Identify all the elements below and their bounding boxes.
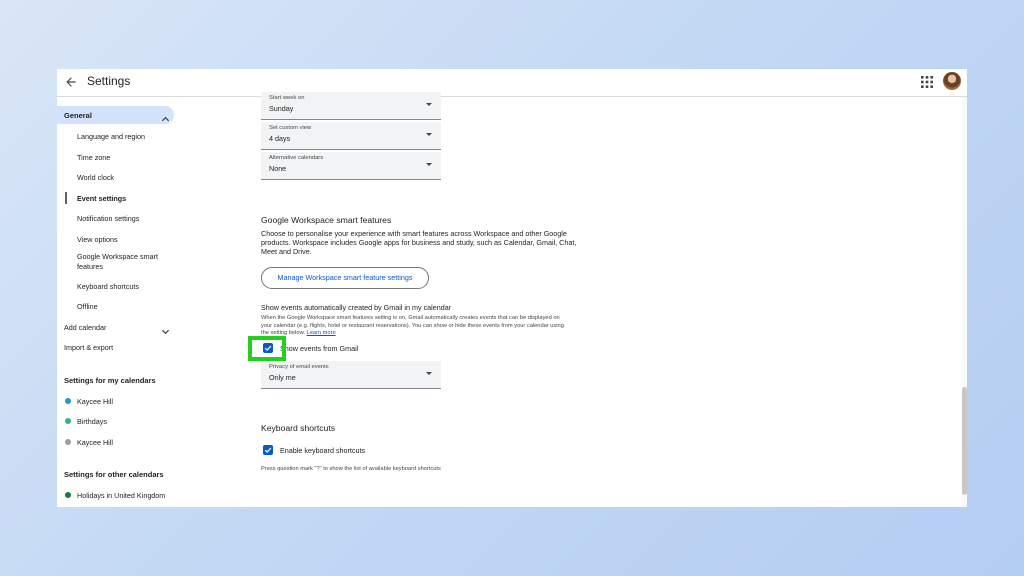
sidebar-item-add-calendar[interactable]: Add calendar (64, 323, 106, 332)
chevron-down-icon[interactable] (161, 323, 170, 335)
dropdown-value: Sunday (269, 104, 294, 113)
sidebar-item-calendar-kaycee-hill[interactable]: Kaycee Hill (77, 397, 113, 406)
sidebar-item-keyboard-shortcuts[interactable]: Keyboard shortcuts (77, 282, 139, 291)
sidebar-item-time-zone[interactable]: Time zone (77, 153, 110, 162)
dropdown-value: Only me (269, 373, 296, 382)
sidebar-item-calendar-kaycee-hill-2[interactable]: Kaycee Hill (77, 438, 113, 447)
start-week-dropdown[interactable]: Start week on Sunday (261, 92, 441, 120)
sidebar-item-view-options[interactable]: View options (77, 235, 118, 244)
dropdown-label: Set custom view (269, 125, 312, 131)
dropdown-arrow-icon (426, 372, 432, 375)
account-avatar[interactable] (943, 72, 961, 90)
sidebar-general-label: General (64, 111, 92, 120)
sidebar-item-notification-settings[interactable]: Notification settings (77, 214, 139, 223)
calendar-color-dot (65, 492, 71, 498)
gmail-events-title: Show events automatically created by Gma… (261, 303, 452, 312)
keyboard-shortcuts-hint: Press question mark "?" to show the list… (261, 466, 441, 472)
enable-keyboard-shortcuts-checkbox[interactable] (263, 445, 273, 455)
apps-grid-icon[interactable] (921, 75, 933, 88)
custom-view-dropdown[interactable]: Set custom view 4 days (261, 122, 441, 150)
dropdown-label: Start week on (269, 95, 305, 101)
sidebar-item-offline[interactable]: Offline (77, 302, 98, 311)
settings-window: Settings General Language and region Tim… (57, 69, 967, 507)
alternative-calendars-dropdown[interactable]: Alternative calendars None (261, 152, 441, 180)
dropdown-arrow-icon (426, 103, 432, 106)
back-arrow-icon[interactable] (64, 75, 78, 89)
dropdown-label: Privacy of email events (269, 364, 329, 370)
sidebar-item-workspace-smart-features[interactable]: Google Workspace smart features (77, 252, 169, 272)
sidebar-item-holidays-uk[interactable]: Holidays in United Kingdom (77, 491, 165, 500)
my-calendars-heading: Settings for my calendars (64, 376, 156, 385)
privacy-email-events-dropdown[interactable]: Privacy of email events Only me (261, 361, 441, 389)
workspace-description: Choose to personalise your experience wi… (261, 229, 577, 256)
calendar-color-dot (65, 398, 71, 404)
sidebar-item-world-clock[interactable]: World clock (77, 173, 114, 182)
other-calendars-heading: Settings for other calendars (64, 470, 164, 479)
scrollbar-thumb[interactable] (962, 387, 967, 495)
dropdown-label: Alternative calendars (269, 155, 324, 161)
dropdown-value: None (269, 164, 287, 173)
sidebar-item-calendar-birthdays[interactable]: Birthdays (77, 417, 107, 426)
highlight-box (248, 336, 286, 361)
enable-keyboard-shortcuts-label: Enable keyboard shortcuts (280, 446, 366, 455)
learn-more-link[interactable]: Learn more (307, 330, 336, 336)
sidebar-item-import-export[interactable]: Import & export (64, 343, 113, 352)
workspace-section-title: Google Workspace smart features (261, 215, 392, 225)
chevron-up-icon[interactable] (161, 111, 170, 122)
manage-workspace-settings-button[interactable]: Manage Workspace smart feature settings (261, 267, 429, 289)
keyboard-section-title: Keyboard shortcuts (261, 423, 336, 433)
sidebar-item-language-region[interactable]: Language and region (77, 132, 145, 141)
calendar-color-dot (65, 418, 71, 424)
dropdown-value: 4 days (269, 134, 291, 143)
active-indicator (65, 192, 67, 204)
settings-sidebar: General Language and region Time zone Wo… (57, 97, 257, 507)
page-title: Settings (87, 74, 131, 88)
sidebar-item-event-settings[interactable]: Event settings (77, 194, 126, 203)
top-bar: Settings (57, 69, 967, 97)
calendar-color-dot (65, 439, 71, 445)
dropdown-arrow-icon (426, 133, 432, 136)
gmail-events-description: When the Google Workspace smart features… (261, 315, 564, 336)
dropdown-arrow-icon (426, 163, 432, 166)
show-gmail-events-label: Show events from Gmail (280, 344, 359, 353)
